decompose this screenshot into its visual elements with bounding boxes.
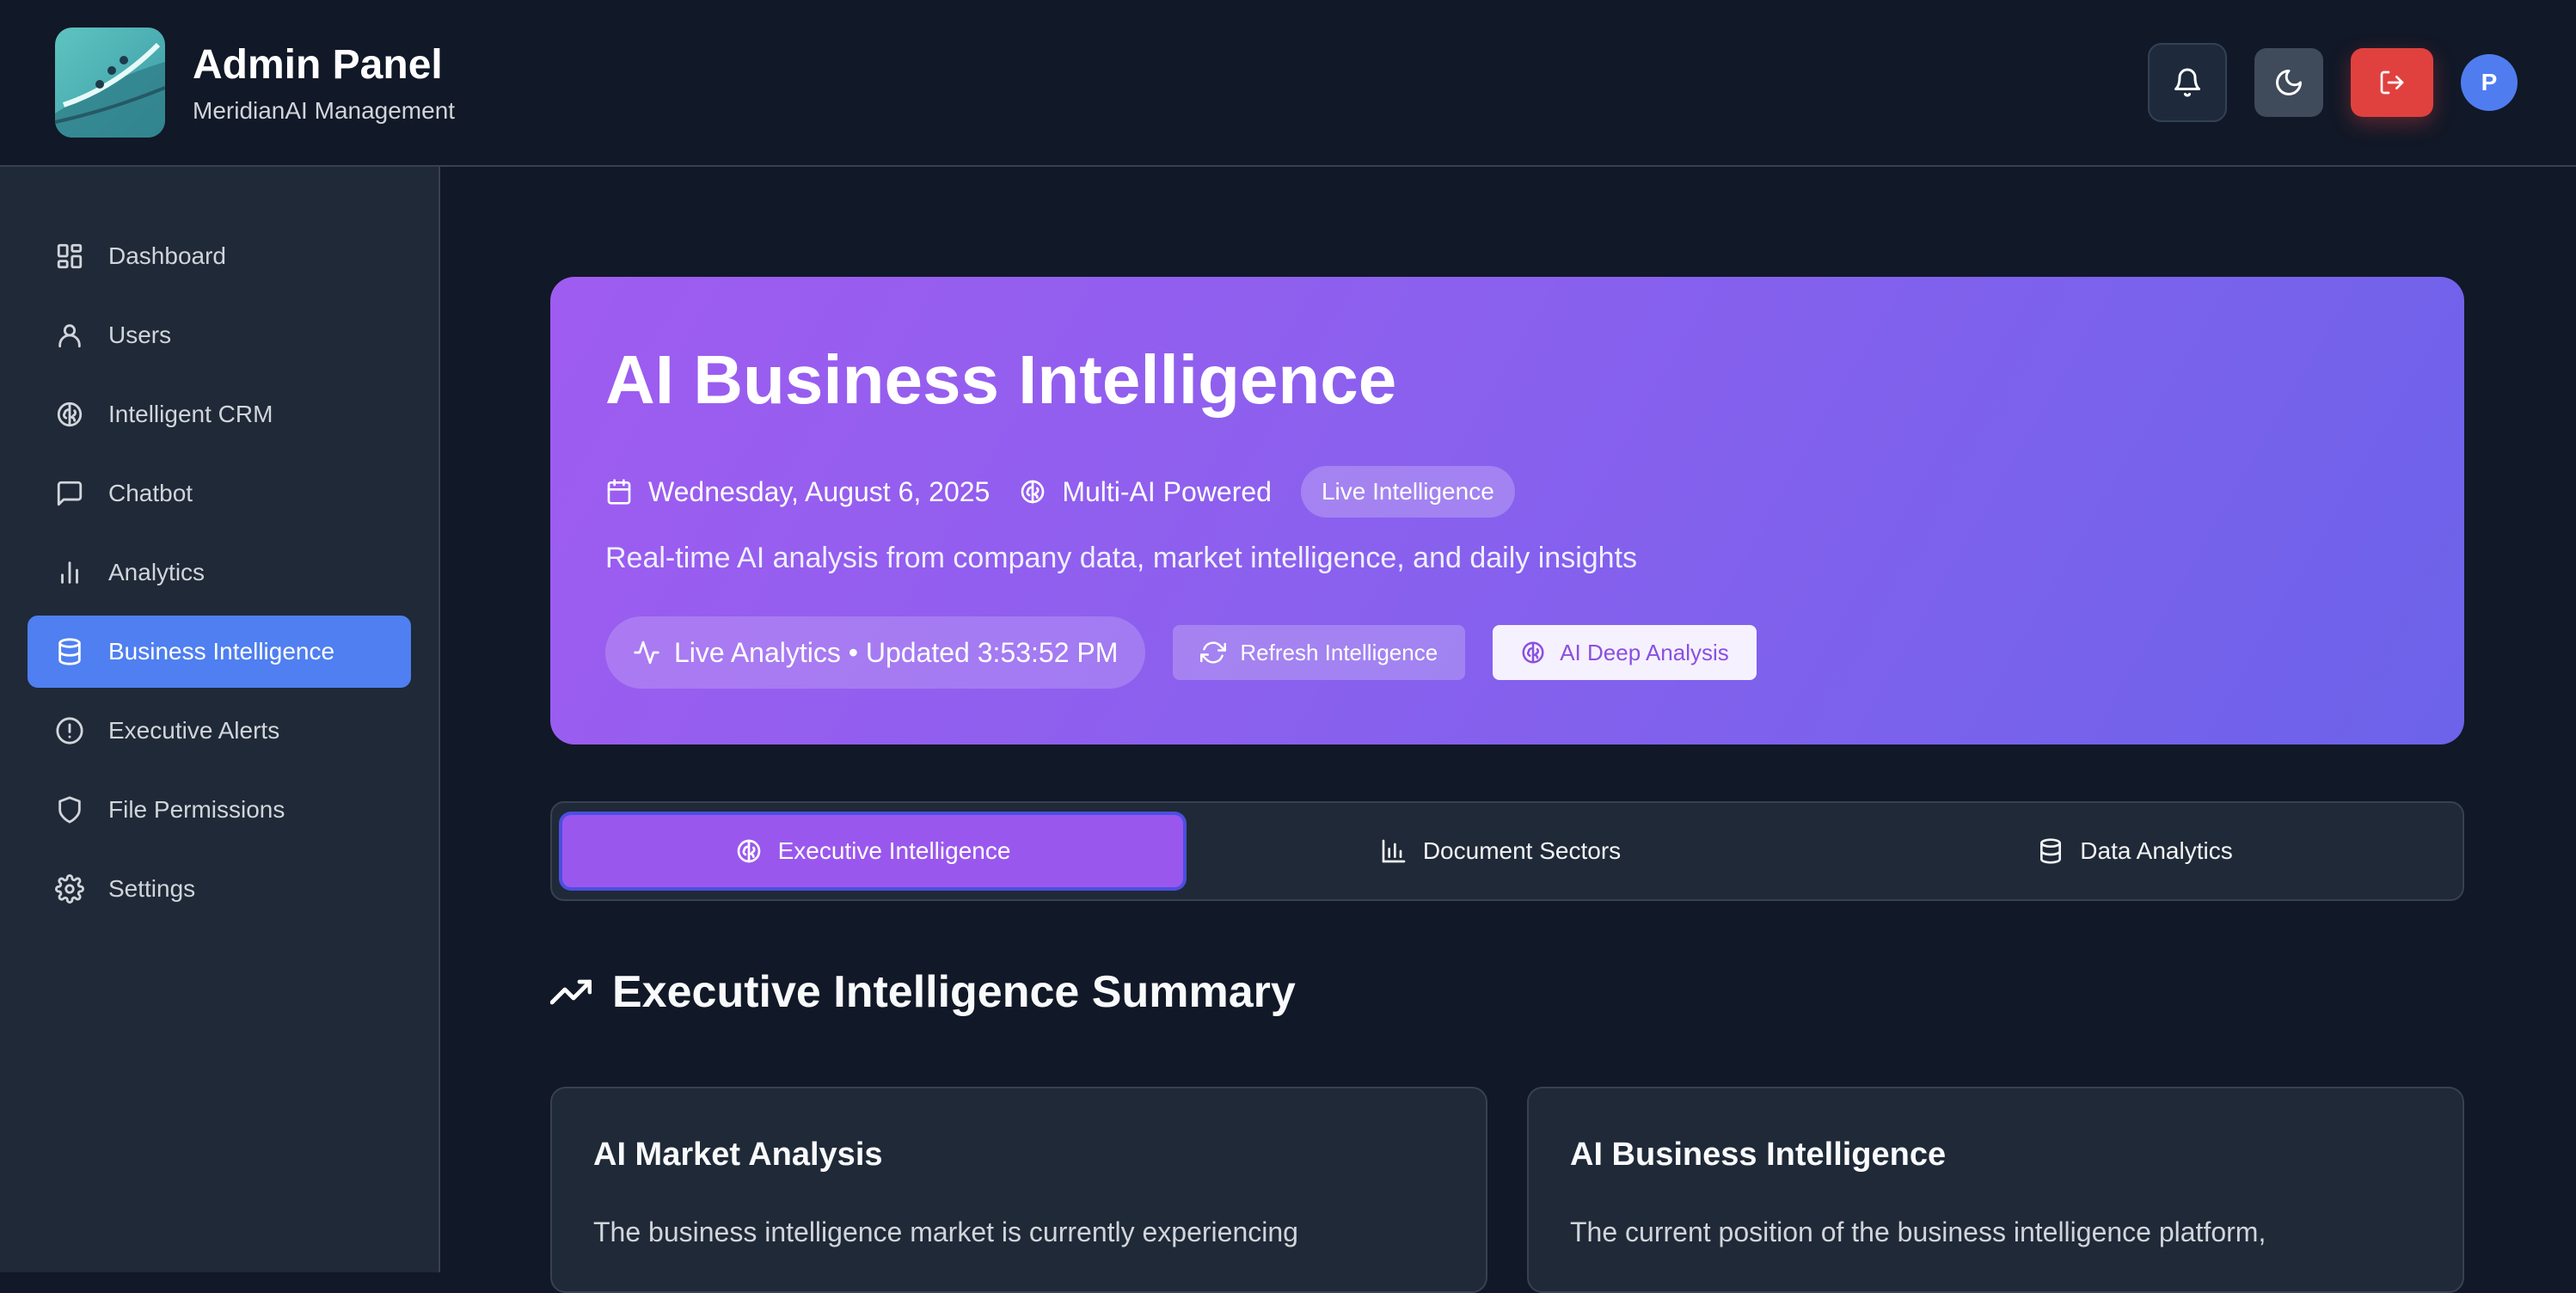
page-title: AI Business Intelligence [605, 341, 1397, 418]
sidebar: Dashboard Users Intelligent CRM Chatbot … [0, 167, 440, 1272]
sidebar-item-label: Intelligent CRM [108, 401, 273, 427]
hero-description: Real-time AI analysis from company data,… [605, 542, 1638, 574]
notifications-button[interactable] [2148, 43, 2227, 122]
tab-data-analytics[interactable]: Data Analytics [1818, 815, 2452, 887]
brain-icon [55, 400, 84, 429]
database-icon [55, 637, 84, 666]
sidebar-item-label: Executive Alerts [108, 717, 280, 744]
card-title: AI Business Intelligence [1570, 1137, 1947, 1173]
theme-toggle-button[interactable] [2254, 48, 2323, 117]
refresh-icon [1200, 641, 1227, 664]
sidebar-item-dashboard[interactable]: Dashboard [28, 220, 411, 292]
bar-chart-icon [1382, 839, 1406, 863]
powered-text: Multi-AI Powered [1062, 475, 1272, 507]
hero-banner: AI Business Intelligence Wednesday, Augu… [550, 277, 2464, 745]
market-analysis-card: AI Market Analysis The business intellig… [550, 1087, 1487, 1293]
sidebar-item-label: Chatbot [108, 480, 193, 506]
card-title: AI Market Analysis [593, 1137, 883, 1173]
brain-icon [737, 839, 760, 863]
sidebar-item-label: File Permissions [108, 796, 285, 823]
brain-icon [1522, 641, 1544, 664]
sidebar-item-business-intelligence[interactable]: Business Intelligence [28, 616, 411, 688]
main-content: AI Business Intelligence Wednesday, Augu… [442, 169, 2576, 1293]
ai-deep-analysis-button[interactable]: AI Deep Analysis [1493, 625, 1757, 680]
bar-chart-icon [55, 558, 84, 587]
sidebar-item-chatbot[interactable]: Chatbot [28, 457, 411, 530]
top-header: Admin Panel MeridianAI Management P [0, 0, 2576, 167]
chat-icon [55, 479, 84, 508]
gear-icon [55, 874, 84, 904]
deep-analysis-label: AI Deep Analysis [1560, 639, 1729, 665]
card-body: The business intelligence market is curr… [593, 1216, 1298, 1247]
business-intelligence-card: AI Business Intelligence The current pos… [1527, 1087, 2464, 1293]
live-intelligence-badge: Live Intelligence [1300, 466, 1515, 518]
user-icon [55, 321, 84, 350]
calendar-icon [607, 479, 631, 505]
activity-icon [634, 640, 659, 665]
database-icon [2040, 838, 2062, 864]
refresh-label: Refresh Intelligence [1240, 639, 1438, 665]
sidebar-item-label: Dashboard [108, 242, 226, 269]
sidebar-item-settings[interactable]: Settings [28, 853, 411, 925]
tab-document-sectors[interactable]: Document Sectors [1183, 815, 1818, 887]
sidebar-item-label: Analytics [108, 559, 205, 585]
section-tabs: Executive Intelligence Document Sectors … [550, 801, 2464, 901]
logout-button[interactable] [2351, 48, 2433, 117]
tab-label: Executive Intelligence [777, 837, 1011, 864]
sidebar-item-analytics[interactable]: Analytics [28, 536, 411, 609]
sidebar-item-executive-alerts[interactable]: Executive Alerts [28, 695, 411, 767]
sidebar-item-intelligent-crm[interactable]: Intelligent CRM [28, 378, 411, 450]
app-logo [55, 28, 165, 138]
tab-executive-intelligence[interactable]: Executive Intelligence [562, 815, 1183, 887]
section-title-text: Executive Intelligence Summary [612, 967, 1296, 1017]
section-heading: Executive Intelligence Summary [550, 966, 1296, 1018]
sidebar-item-users[interactable]: Users [28, 299, 411, 371]
trending-up-icon [550, 979, 592, 1005]
status-text: Live Analytics • Updated 3:53:52 PM [674, 636, 1119, 668]
sidebar-item-file-permissions[interactable]: File Permissions [28, 774, 411, 846]
refresh-intelligence-button[interactable]: Refresh Intelligence [1173, 625, 1466, 680]
date-display: Wednesday, August 6, 2025 [605, 476, 990, 508]
user-avatar[interactable]: P [2461, 54, 2518, 111]
date-text: Wednesday, August 6, 2025 [648, 475, 991, 507]
moon-icon [2276, 70, 2302, 95]
dashboard-icon [55, 242, 84, 271]
sidebar-item-label: Settings [108, 875, 196, 902]
live-analytics-status: Live Analytics • Updated 3:53:52 PM [605, 616, 1146, 689]
app-title: Admin Panel [193, 42, 443, 89]
bell-icon [2174, 68, 2200, 97]
sidebar-item-label: Users [108, 322, 172, 348]
powered-display: Multi-AI Powered [1019, 476, 1272, 508]
card-body: The current position of the business int… [1570, 1216, 2266, 1247]
alert-circle-icon [55, 716, 84, 745]
tab-label: Data Analytics [2080, 837, 2233, 864]
logout-icon [2380, 70, 2404, 95]
sidebar-item-label: Business Intelligence [108, 638, 335, 665]
app-subtitle: MeridianAI Management [193, 96, 456, 124]
tab-label: Document Sectors [1422, 837, 1622, 864]
shield-icon [55, 795, 84, 824]
brain-icon [1021, 480, 1045, 504]
